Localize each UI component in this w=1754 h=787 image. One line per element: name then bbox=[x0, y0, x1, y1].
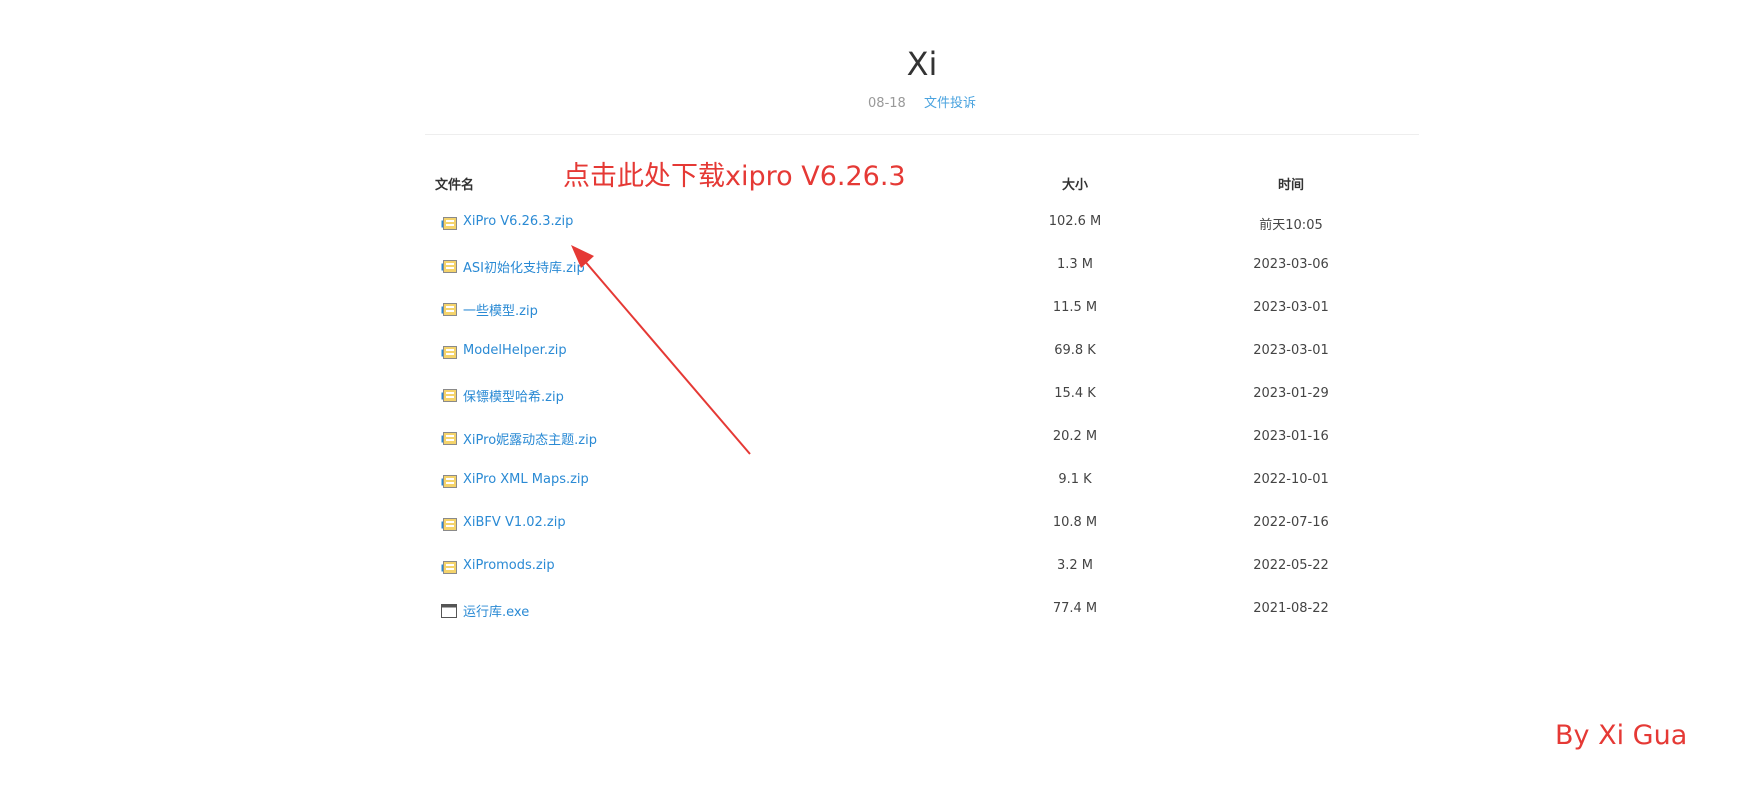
table-row: XiPro V6.26.3.zip 102.6 M 前天10:05 bbox=[425, 202, 1419, 245]
file-size: 10.8 M bbox=[1052, 515, 1098, 530]
table-row: XiPro XML Maps.zip 9.1 K 2022-10-01 bbox=[425, 460, 1419, 503]
column-header-size: 大小 bbox=[1061, 178, 1088, 193]
report-file-link[interactable]: 文件投诉 bbox=[924, 96, 976, 111]
zip-file-icon bbox=[441, 517, 457, 531]
zip-file-icon bbox=[441, 216, 457, 230]
table-row: XiPromods.zip 3.2 M 2022-05-22 bbox=[425, 546, 1419, 589]
file-time: 2023-03-01 bbox=[1253, 300, 1329, 315]
page-meta: 08-18 文件投诉 bbox=[425, 95, 1419, 113]
author-watermark: By Xi Gua bbox=[1555, 720, 1688, 751]
file-table: 文件名 大小 时间 XiPro V6.26.3.zip 102.6 M 前天10:0… bbox=[425, 166, 1419, 632]
file-size: 15.4 K bbox=[1054, 386, 1096, 401]
file-time: 2023-01-16 bbox=[1253, 429, 1329, 444]
zip-file-icon bbox=[441, 388, 457, 402]
page-title: Xi bbox=[906, 45, 938, 83]
column-header-name: 文件名 bbox=[435, 178, 475, 193]
file-time: 2022-07-16 bbox=[1253, 515, 1329, 530]
table-row: 运行库.exe 77.4 M 2021-08-22 bbox=[425, 589, 1419, 632]
file-name-link[interactable]: 一些模型.zip bbox=[463, 300, 538, 319]
file-size: 77.4 M bbox=[1052, 601, 1098, 616]
share-date: 08-18 bbox=[868, 96, 906, 111]
table-row: XiBFV V1.02.zip 10.8 M 2022-07-16 bbox=[425, 503, 1419, 546]
zip-file-icon bbox=[441, 474, 457, 488]
file-size: 20.2 M bbox=[1052, 429, 1098, 444]
file-time: 2022-10-01 bbox=[1253, 472, 1329, 487]
file-list: XiPro V6.26.3.zip 102.6 M 前天10:05 ASI初始化支持库… bbox=[425, 202, 1419, 632]
column-header-time: 时间 bbox=[1277, 178, 1304, 193]
table-row: 一些模型.zip 11.5 M 2023-03-01 bbox=[425, 288, 1419, 331]
table-row: ASI初始化支持库.zip 1.3 M 2023-03-06 bbox=[425, 245, 1419, 288]
file-name-link[interactable]: 运行库.exe bbox=[463, 601, 529, 620]
table-row: 保镖模型哈希.zip 15.4 K 2023-01-29 bbox=[425, 374, 1419, 417]
zip-file-icon bbox=[441, 560, 457, 574]
file-time: 前天10:05 bbox=[1259, 218, 1323, 233]
file-time: 2023-01-29 bbox=[1253, 386, 1329, 401]
download-hint-annotation: 点击此处下载xipro V6.26.3 bbox=[563, 161, 906, 192]
page-header: Xi 08-18 文件投诉 bbox=[425, 0, 1419, 135]
file-time: 2022-05-22 bbox=[1253, 558, 1329, 573]
file-name-link[interactable]: XiPromods.zip bbox=[463, 558, 555, 573]
file-time: 2021-08-22 bbox=[1253, 601, 1329, 616]
file-name-link[interactable]: ModelHelper.zip bbox=[463, 343, 567, 358]
file-name-link[interactable]: XiPro XML Maps.zip bbox=[463, 472, 589, 487]
file-name-link[interactable]: XiPro妮露动态主题.zip bbox=[463, 429, 597, 448]
table-row: XiPro妮露动态主题.zip 20.2 M 2023-01-16 bbox=[425, 417, 1419, 460]
exe-file-icon bbox=[441, 603, 457, 618]
file-name-link[interactable]: ASI初始化支持库.zip bbox=[463, 257, 585, 276]
table-row: ModelHelper.zip 69.8 K 2023-03-01 bbox=[425, 331, 1419, 374]
zip-file-icon bbox=[441, 431, 457, 445]
file-size: 1.3 M bbox=[1056, 257, 1094, 272]
zip-file-icon bbox=[441, 259, 457, 273]
file-time: 2023-03-06 bbox=[1253, 257, 1329, 272]
zip-file-icon bbox=[441, 345, 457, 359]
file-name-link[interactable]: XiPro V6.26.3.zip bbox=[463, 214, 573, 229]
file-name-link[interactable]: XiBFV V1.02.zip bbox=[463, 515, 566, 530]
file-name-link[interactable]: 保镖模型哈希.zip bbox=[463, 386, 564, 405]
file-size: 69.8 K bbox=[1054, 343, 1096, 358]
file-size: 3.2 M bbox=[1056, 558, 1094, 573]
file-size: 9.1 K bbox=[1058, 472, 1092, 487]
zip-file-icon bbox=[441, 302, 457, 316]
file-size: 11.5 M bbox=[1052, 300, 1098, 315]
file-size: 102.6 M bbox=[1048, 214, 1102, 229]
file-time: 2023-03-01 bbox=[1253, 343, 1329, 358]
